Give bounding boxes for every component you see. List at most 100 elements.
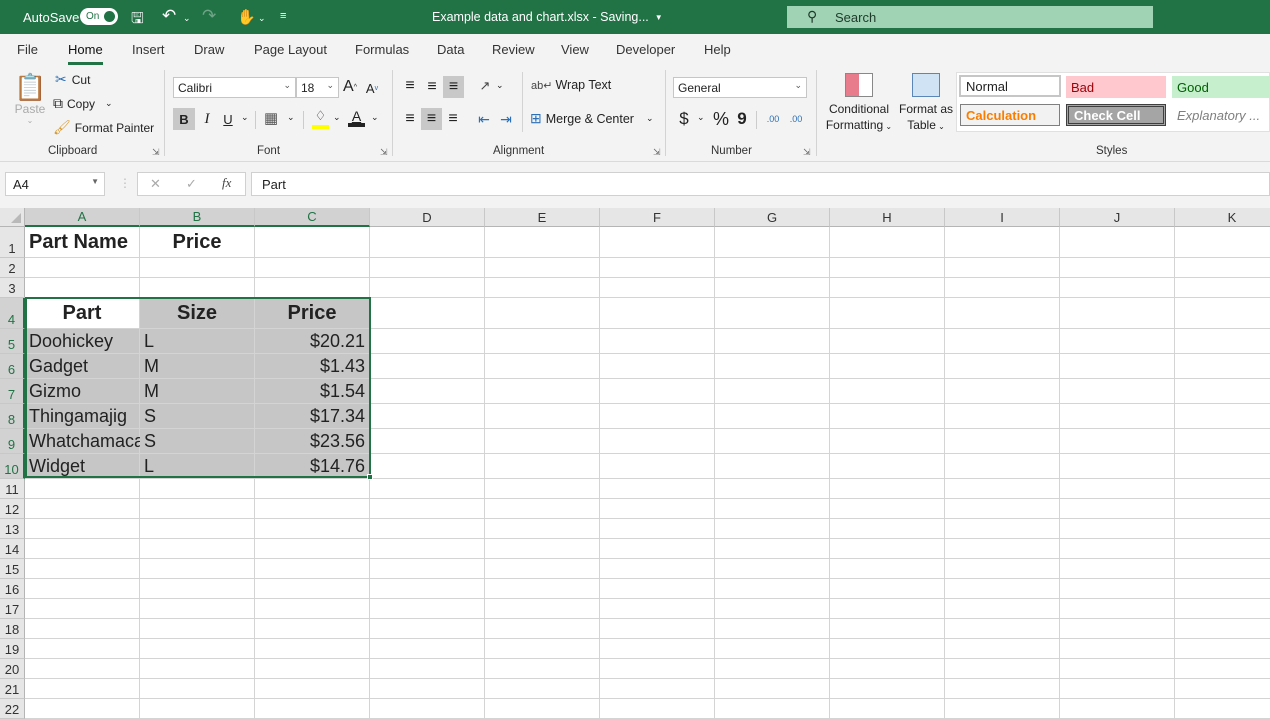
search-box[interactable]: ⚲ Search bbox=[787, 6, 1153, 28]
cell-a19[interactable] bbox=[25, 639, 140, 659]
cell-e4[interactable] bbox=[485, 298, 600, 329]
cell-h8[interactable] bbox=[830, 404, 945, 429]
cell-i5[interactable] bbox=[945, 329, 1060, 354]
cell-f10[interactable] bbox=[600, 454, 715, 479]
cell-g9[interactable] bbox=[715, 429, 830, 454]
column-header-a[interactable]: A bbox=[25, 208, 140, 227]
cell-e15[interactable] bbox=[485, 559, 600, 579]
cell-h6[interactable] bbox=[830, 354, 945, 379]
cell-c14[interactable] bbox=[255, 539, 370, 559]
row-header-18[interactable]: 18 bbox=[0, 619, 25, 639]
cell-b16[interactable] bbox=[140, 579, 255, 599]
cell-k7[interactable] bbox=[1175, 379, 1270, 404]
cell-d4[interactable] bbox=[370, 298, 485, 329]
tab-view[interactable]: View bbox=[561, 42, 589, 57]
cell-j9[interactable] bbox=[1060, 429, 1175, 454]
cell-a17[interactable] bbox=[25, 599, 140, 619]
merge-center-button[interactable]: ⊞ Merge & Center ⌄ bbox=[530, 110, 654, 127]
autosave-toggle[interactable]: On bbox=[80, 8, 118, 25]
cell-j19[interactable] bbox=[1060, 639, 1175, 659]
cell-e20[interactable] bbox=[485, 659, 600, 679]
cell-f6[interactable] bbox=[600, 354, 715, 379]
cell-j20[interactable] bbox=[1060, 659, 1175, 679]
cell-h9[interactable] bbox=[830, 429, 945, 454]
cell-e13[interactable] bbox=[485, 519, 600, 539]
cell-k22[interactable] bbox=[1175, 699, 1270, 719]
cell-f4[interactable] bbox=[600, 298, 715, 329]
cell-h19[interactable] bbox=[830, 639, 945, 659]
cell-j21[interactable] bbox=[1060, 679, 1175, 699]
cell-k21[interactable] bbox=[1175, 679, 1270, 699]
cell-k8[interactable] bbox=[1175, 404, 1270, 429]
cell-f8[interactable] bbox=[600, 404, 715, 429]
cell-c12[interactable] bbox=[255, 499, 370, 519]
cell-i1[interactable] bbox=[945, 227, 1060, 258]
cell-i20[interactable] bbox=[945, 659, 1060, 679]
top-align-icon[interactable]: ≡ bbox=[401, 76, 419, 96]
cell-i18[interactable] bbox=[945, 619, 1060, 639]
cell-g19[interactable] bbox=[715, 639, 830, 659]
style-good[interactable]: Good bbox=[1172, 76, 1270, 98]
cell-e10[interactable] bbox=[485, 454, 600, 479]
cell-a21[interactable] bbox=[25, 679, 140, 699]
cell-g21[interactable] bbox=[715, 679, 830, 699]
tab-formulas[interactable]: Formulas bbox=[355, 42, 409, 57]
row-header-10[interactable]: 10 bbox=[0, 454, 25, 479]
cell-a5[interactable]: Doohickey bbox=[25, 329, 140, 354]
spreadsheet-grid[interactable]: A B C D E F G H I J K 1 Part Name Price 2 3 4 Part Size Pri… bbox=[0, 208, 1270, 719]
cell-j10[interactable] bbox=[1060, 454, 1175, 479]
cell-j11[interactable] bbox=[1060, 479, 1175, 499]
cell-j16[interactable] bbox=[1060, 579, 1175, 599]
font-color-dropdown-icon[interactable]: ⌄ bbox=[371, 112, 379, 123]
cell-b12[interactable] bbox=[140, 499, 255, 519]
cell-h12[interactable] bbox=[830, 499, 945, 519]
cell-f20[interactable] bbox=[600, 659, 715, 679]
cell-a16[interactable] bbox=[25, 579, 140, 599]
enter-icon[interactable]: ✓ bbox=[186, 176, 197, 192]
cell-d15[interactable] bbox=[370, 559, 485, 579]
cell-b3[interactable] bbox=[140, 278, 255, 298]
row-header-11[interactable]: 11 bbox=[0, 479, 25, 499]
cell-c16[interactable] bbox=[255, 579, 370, 599]
name-box[interactable]: A4 ▼ bbox=[5, 172, 105, 196]
row-header-2[interactable]: 2 bbox=[0, 258, 25, 278]
cell-c2[interactable] bbox=[255, 258, 370, 278]
cell-d22[interactable] bbox=[370, 699, 485, 719]
tab-help[interactable]: Help bbox=[704, 42, 731, 57]
cell-b17[interactable] bbox=[140, 599, 255, 619]
cell-a1[interactable]: Part Name bbox=[25, 227, 140, 258]
cell-d21[interactable] bbox=[370, 679, 485, 699]
orientation-dropdown-icon[interactable]: ⌄ bbox=[496, 80, 504, 91]
cell-i9[interactable] bbox=[945, 429, 1060, 454]
cell-h3[interactable] bbox=[830, 278, 945, 298]
cell-g12[interactable] bbox=[715, 499, 830, 519]
cell-h22[interactable] bbox=[830, 699, 945, 719]
cell-a20[interactable] bbox=[25, 659, 140, 679]
column-header-g[interactable]: G bbox=[715, 208, 830, 227]
borders-dropdown-icon[interactable]: ⌄ bbox=[287, 112, 295, 123]
cell-a2[interactable] bbox=[25, 258, 140, 278]
cell-i13[interactable] bbox=[945, 519, 1060, 539]
save-icon[interactable]: 🖫 bbox=[131, 8, 144, 33]
cell-i16[interactable] bbox=[945, 579, 1060, 599]
font-name-select[interactable]: Calibri ⌄ bbox=[173, 77, 296, 98]
cell-h17[interactable] bbox=[830, 599, 945, 619]
cell-i2[interactable] bbox=[945, 258, 1060, 278]
cell-e7[interactable] bbox=[485, 379, 600, 404]
cell-i14[interactable] bbox=[945, 539, 1060, 559]
row-header-1[interactable]: 1 bbox=[0, 227, 25, 258]
cell-c21[interactable] bbox=[255, 679, 370, 699]
row-header-16[interactable]: 16 bbox=[0, 579, 25, 599]
tab-file[interactable]: File bbox=[17, 42, 38, 57]
comma-style-button[interactable]: 9 bbox=[735, 108, 749, 130]
cell-a22[interactable] bbox=[25, 699, 140, 719]
column-header-i[interactable]: I bbox=[945, 208, 1060, 227]
cell-b20[interactable] bbox=[140, 659, 255, 679]
cell-b9[interactable]: S bbox=[140, 429, 255, 454]
cell-h18[interactable] bbox=[830, 619, 945, 639]
cell-k1[interactable] bbox=[1175, 227, 1270, 258]
column-header-j[interactable]: J bbox=[1060, 208, 1175, 227]
cell-c11[interactable] bbox=[255, 479, 370, 499]
cell-j22[interactable] bbox=[1060, 699, 1175, 719]
cell-b19[interactable] bbox=[140, 639, 255, 659]
